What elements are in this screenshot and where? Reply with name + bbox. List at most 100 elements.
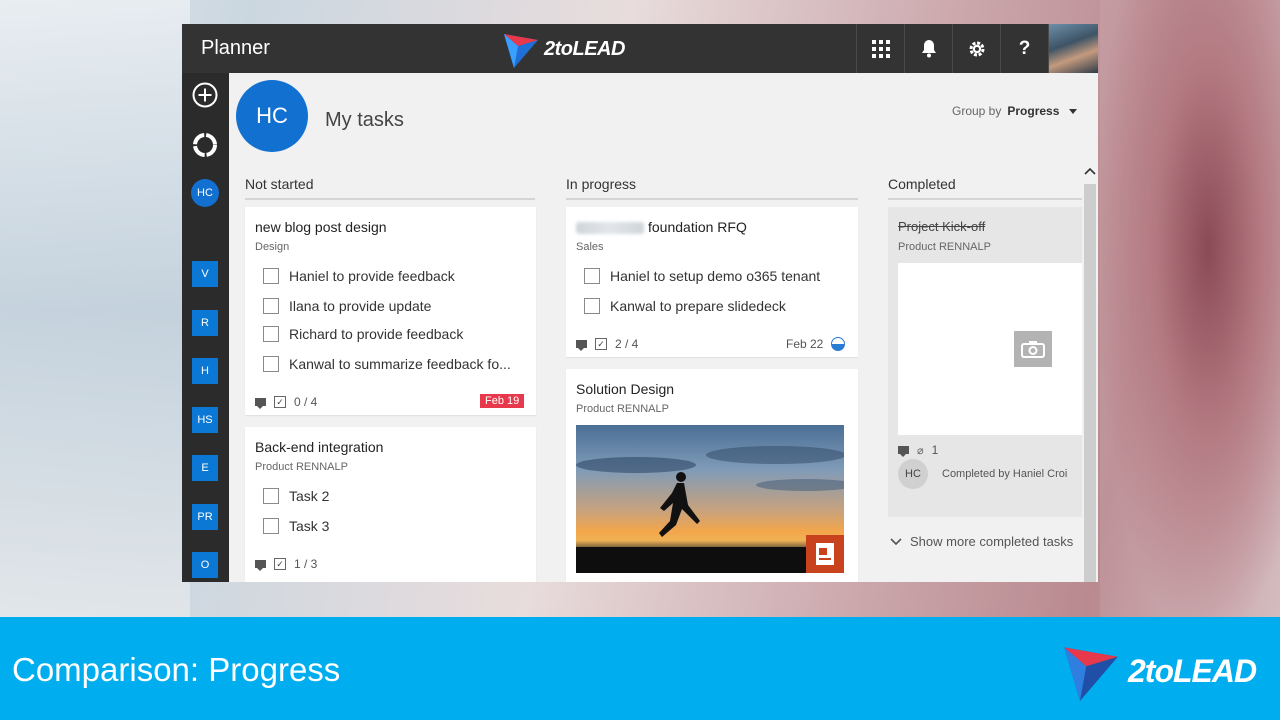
group-by-value: Progress — [1007, 104, 1060, 118]
checklist-item-label: Task 3 — [289, 518, 330, 534]
checklist-item-label: Task 2 — [289, 488, 330, 504]
task-title-row: foundation RFQ — [576, 219, 747, 235]
left-rail: HC V R H HS E PR O — [182, 73, 229, 582]
checkbox[interactable] — [584, 268, 600, 284]
checkbox[interactable] — [263, 298, 279, 314]
banner-logo: 2toLEAD — [1062, 641, 1257, 701]
task-title: Back-end integration — [255, 439, 384, 455]
checklist-item-label: Kanwal to summarize feedback fo... — [289, 356, 511, 372]
task-card[interactable]: Back-end integration Product RENNALP Tas… — [245, 427, 536, 582]
completed-by: HC Completed by Haniel Croi — [898, 459, 1067, 489]
top-icons: ? — [856, 24, 1098, 73]
slide-title: Comparison: Progress — [12, 651, 341, 688]
task-title: Solution Design — [576, 381, 675, 397]
app-launcher-icon[interactable] — [856, 24, 904, 73]
task-cover-image[interactable] — [576, 425, 844, 573]
show-more-completed-button[interactable]: Show more completed tasks — [890, 534, 1073, 549]
checkbox[interactable] — [263, 518, 279, 534]
chevron-down-icon — [890, 537, 902, 545]
checklist-item[interactable]: Ilana to provide update — [263, 296, 431, 316]
checklist-item[interactable]: Kanwal to prepare slidedeck — [584, 296, 786, 316]
column-header-in-progress: In progress — [566, 176, 858, 200]
task-title: Project Kick-off — [898, 219, 986, 234]
task-bucket: Sales — [576, 241, 604, 253]
plan-button[interactable]: O — [192, 552, 218, 578]
checklist-item[interactable]: Richard to provide feedback — [263, 324, 463, 344]
vertical-scrollbar[interactable] — [1082, 154, 1098, 582]
comment-icon — [898, 446, 909, 457]
group-by-dropdown[interactable]: Group by Progress — [952, 104, 1077, 118]
task-bucket: Product RENNALP — [255, 461, 348, 473]
brand-triangle-icon — [1064, 647, 1118, 701]
task-footer: ✓ 1 / 3 — [255, 557, 317, 571]
checkbox[interactable] — [263, 268, 279, 284]
scroll-up-arrow-icon[interactable] — [1084, 164, 1096, 178]
task-card[interactable]: Solution Design Product RENNALP — [566, 369, 858, 582]
background-right — [1100, 0, 1280, 620]
help-icon[interactable]: ? — [1000, 24, 1048, 73]
task-footer: ✓ 2 / 4 — [576, 337, 638, 351]
completed-by-text: Completed by Haniel Croi — [942, 468, 1068, 480]
checkbox[interactable] — [263, 488, 279, 504]
plus-circle-icon — [192, 82, 218, 108]
chevron-down-icon — [1068, 109, 1077, 115]
powerpoint-icon — [806, 535, 844, 573]
top-bar: Planner 2toLEAD ? — [182, 24, 1098, 73]
in-progress-icon[interactable] — [831, 337, 845, 351]
brand-logo: 2toLEAD — [504, 30, 625, 68]
column-header-completed: Completed — [888, 176, 1082, 200]
group-by-label: Group by — [952, 104, 1002, 118]
checklist-icon: ✓ — [274, 396, 286, 408]
plan-button[interactable]: V — [192, 261, 218, 287]
gear-icon[interactable] — [952, 24, 1000, 73]
new-plan-button[interactable] — [191, 81, 219, 109]
plan-button[interactable]: R — [192, 310, 218, 336]
completed-task-card[interactable]: Project Kick-off Product RENNALP ⌀ 1 HC … — [888, 207, 1098, 517]
slide-banner: Comparison: Progress 2toLEAD — [0, 617, 1280, 720]
checklist-icon: ✓ — [595, 338, 607, 350]
brand-wordmark: 2toLEAD — [544, 37, 625, 60]
bell-icon[interactable] — [904, 24, 952, 73]
my-tasks-button[interactable]: HC — [191, 179, 219, 207]
task-title: new blog post design — [255, 219, 387, 235]
checkbox[interactable] — [263, 356, 279, 372]
scroll-thumb[interactable] — [1084, 184, 1096, 582]
redacted-text — [576, 222, 644, 235]
app-name[interactable]: Planner — [201, 37, 270, 60]
checkbox[interactable] — [584, 298, 600, 314]
hub-button[interactable] — [191, 131, 219, 159]
task-title: foundation RFQ — [648, 219, 747, 235]
column-header-not-started: Not started — [245, 176, 535, 200]
task-bucket: Product RENNALP — [898, 241, 991, 253]
comment-icon — [255, 398, 266, 409]
attachment-icon: ⌀ — [917, 444, 924, 457]
plan-button[interactable]: HS — [192, 407, 218, 433]
plan-button[interactable]: E — [192, 455, 218, 481]
checklist-item-label: Kanwal to prepare slidedeck — [610, 298, 786, 314]
checklist-item[interactable]: Haniel to provide feedback — [263, 266, 455, 286]
task-card[interactable]: new blog post design Design Haniel to pr… — [245, 207, 536, 415]
show-more-label: Show more completed tasks — [910, 534, 1074, 549]
checklist-progress: 1 / 3 — [294, 557, 318, 571]
checklist-progress: 0 / 4 — [294, 395, 318, 409]
checklist-item[interactable]: Task 2 — [263, 486, 329, 506]
checklist-item[interactable]: Task 3 — [263, 516, 329, 536]
task-bucket: Product RENNALP — [576, 403, 669, 415]
task-cover-placeholder[interactable] — [898, 263, 1098, 435]
plan-button[interactable]: PR — [192, 504, 218, 530]
background-left — [0, 0, 190, 620]
task-card[interactable]: foundation RFQ Sales Haniel to setup dem… — [566, 207, 858, 357]
plan-button[interactable]: H — [192, 358, 218, 384]
page-avatar: HC — [236, 80, 308, 152]
user-avatar[interactable] — [1048, 24, 1098, 73]
checklist-item[interactable]: Kanwal to summarize feedback fo... — [263, 354, 511, 374]
task-footer: ✓ 0 / 4 — [255, 395, 317, 409]
completer-avatar: HC — [898, 459, 928, 489]
checklist-item[interactable]: Haniel to setup demo o365 tenant — [584, 266, 820, 286]
comment-icon — [576, 340, 587, 351]
brand-triangle-icon — [504, 34, 538, 68]
brand-wordmark: 2toLEAD — [1128, 652, 1257, 689]
checkbox[interactable] — [263, 326, 279, 342]
comment-icon — [255, 560, 266, 571]
camera-icon — [1014, 331, 1052, 367]
